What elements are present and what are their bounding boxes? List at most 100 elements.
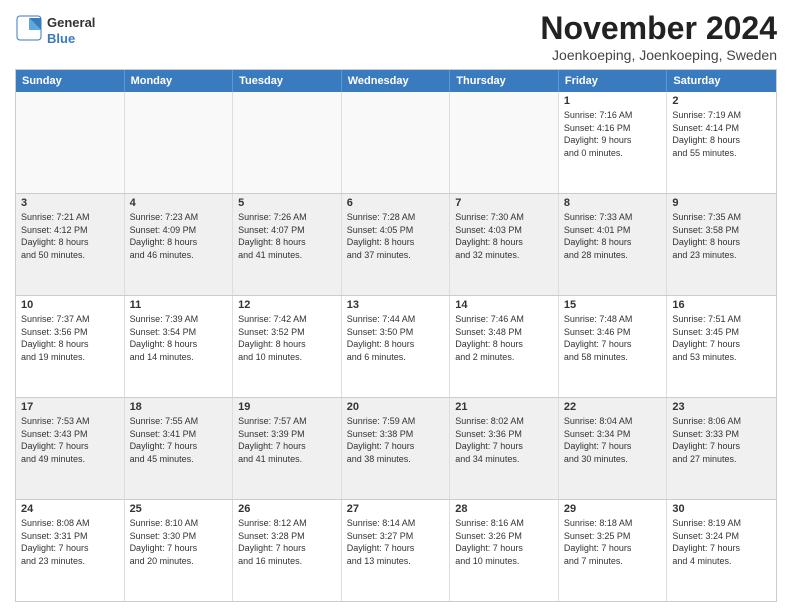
day-info: Sunrise: 7:55 AMSunset: 3:41 PMDaylight:… xyxy=(130,415,228,465)
calendar-cell: 10 Sunrise: 7:37 AMSunset: 3:56 PMDayligh… xyxy=(16,296,125,397)
day-number: 6 xyxy=(347,197,445,209)
calendar-week-4: 17Sunrise: 7:53 AMSunset: 3:43 PMDayligh… xyxy=(16,398,776,500)
day-number: 10 xyxy=(21,299,119,311)
calendar-cell: 13 Sunrise: 7:44 AMSunset: 3:50 PMDayligh… xyxy=(342,296,451,397)
day-info: Sunrise: 7:28 AMSunset: 4:05 PMDaylight:… xyxy=(347,211,445,261)
page: General Blue November 2024 Joenkoeping, … xyxy=(0,0,792,612)
day-info: Sunrise: 7:37 AMSunset: 3:56 PMDaylight:… xyxy=(21,313,119,363)
day-number: 25 xyxy=(130,503,228,515)
calendar-cell: 24Sunrise: 8:08 AMSunset: 3:31 PMDayligh… xyxy=(16,500,125,601)
day-number: 12 xyxy=(238,299,336,311)
day-info: Sunrise: 8:18 AMSunset: 3:25 PMDaylight:… xyxy=(564,517,662,567)
logo-icon xyxy=(15,14,43,47)
logo: General Blue xyxy=(15,14,95,47)
day-number: 9 xyxy=(672,197,771,209)
day-info: Sunrise: 8:10 AMSunset: 3:30 PMDaylight:… xyxy=(130,517,228,567)
calendar-cell: 25 Sunrise: 8:10 AMSunset: 3:30 PMDayligh… xyxy=(125,500,234,601)
calendar-cell: 28 Sunrise: 8:16 AMSunset: 3:26 PMDayligh… xyxy=(450,500,559,601)
calendar-cell: 21 Sunrise: 8:02 AMSunset: 3:36 PMDayligh… xyxy=(450,398,559,499)
calendar-cell xyxy=(16,92,125,193)
calendar-cell xyxy=(125,92,234,193)
day-number: 27 xyxy=(347,503,445,515)
calendar-cell: 6 Sunrise: 7:28 AMSunset: 4:05 PMDaylight… xyxy=(342,194,451,295)
calendar-cell: 29 Sunrise: 8:18 AMSunset: 3:25 PMDayligh… xyxy=(559,500,668,601)
weekday-header-monday: Monday xyxy=(125,70,234,92)
weekday-header-tuesday: Tuesday xyxy=(233,70,342,92)
day-info: Sunrise: 7:33 AMSunset: 4:01 PMDaylight:… xyxy=(564,211,662,261)
day-info: Sunrise: 7:16 AMSunset: 4:16 PMDaylight:… xyxy=(564,109,662,159)
calendar-week-5: 24Sunrise: 8:08 AMSunset: 3:31 PMDayligh… xyxy=(16,500,776,601)
day-info: Sunrise: 7:35 AMSunset: 3:58 PMDaylight:… xyxy=(672,211,771,261)
day-info: Sunrise: 8:19 AMSunset: 3:24 PMDaylight:… xyxy=(672,517,771,567)
day-number: 8 xyxy=(564,197,662,209)
day-number: 11 xyxy=(130,299,228,311)
month-title: November 2024 xyxy=(540,10,777,47)
calendar-cell: 12 Sunrise: 7:42 AMSunset: 3:52 PMDayligh… xyxy=(233,296,342,397)
calendar-cell: 30 Sunrise: 8:19 AMSunset: 3:24 PMDayligh… xyxy=(667,500,776,601)
day-info: Sunrise: 7:53 AMSunset: 3:43 PMDaylight:… xyxy=(21,415,119,465)
calendar-cell: 26Sunrise: 8:12 AMSunset: 3:28 PMDayligh… xyxy=(233,500,342,601)
day-number: 2 xyxy=(672,95,771,107)
day-info: Sunrise: 7:21 AMSunset: 4:12 PMDaylight:… xyxy=(21,211,119,261)
day-info: Sunrise: 7:23 AMSunset: 4:09 PMDaylight:… xyxy=(130,211,228,261)
day-number: 30 xyxy=(672,503,771,515)
day-number: 29 xyxy=(564,503,662,515)
day-info: Sunrise: 8:02 AMSunset: 3:36 PMDaylight:… xyxy=(455,415,553,465)
day-info: Sunrise: 7:26 AMSunset: 4:07 PMDaylight:… xyxy=(238,211,336,261)
calendar-header: SundayMondayTuesdayWednesdayThursdayFrid… xyxy=(16,70,776,92)
day-number: 13 xyxy=(347,299,445,311)
day-number: 19 xyxy=(238,401,336,413)
calendar-cell: 16 Sunrise: 7:51 AMSunset: 3:45 PMDayligh… xyxy=(667,296,776,397)
day-number: 28 xyxy=(455,503,553,515)
day-info: Sunrise: 8:06 AMSunset: 3:33 PMDaylight:… xyxy=(672,415,771,465)
weekday-header-friday: Friday xyxy=(559,70,668,92)
day-info: Sunrise: 7:30 AMSunset: 4:03 PMDaylight:… xyxy=(455,211,553,261)
location-subtitle: Joenkoeping, Joenkoeping, Sweden xyxy=(540,47,777,63)
calendar-cell: 3 Sunrise: 7:21 AMSunset: 4:12 PMDaylight… xyxy=(16,194,125,295)
day-info: Sunrise: 7:19 AMSunset: 4:14 PMDaylight:… xyxy=(672,109,771,159)
day-info: Sunrise: 7:57 AMSunset: 3:39 PMDaylight:… xyxy=(238,415,336,465)
day-number: 16 xyxy=(672,299,771,311)
day-number: 4 xyxy=(130,197,228,209)
calendar-cell: 2 Sunrise: 7:19 AMSunset: 4:14 PMDaylight… xyxy=(667,92,776,193)
day-info: Sunrise: 7:51 AMSunset: 3:45 PMDaylight:… xyxy=(672,313,771,363)
calendar-cell: 14 Sunrise: 7:46 AMSunset: 3:48 PMDayligh… xyxy=(450,296,559,397)
day-number: 26 xyxy=(238,503,336,515)
weekday-header-saturday: Saturday xyxy=(667,70,776,92)
day-number: 3 xyxy=(21,197,119,209)
calendar-cell: 4 Sunrise: 7:23 AMSunset: 4:09 PMDaylight… xyxy=(125,194,234,295)
calendar-cell: 5 Sunrise: 7:26 AMSunset: 4:07 PMDaylight… xyxy=(233,194,342,295)
calendar-week-2: 3 Sunrise: 7:21 AMSunset: 4:12 PMDaylight… xyxy=(16,194,776,296)
calendar-cell: 23 Sunrise: 8:06 AMSunset: 3:33 PMDayligh… xyxy=(667,398,776,499)
day-number: 23 xyxy=(672,401,771,413)
calendar-cell: 8 Sunrise: 7:33 AMSunset: 4:01 PMDaylight… xyxy=(559,194,668,295)
day-info: Sunrise: 7:42 AMSunset: 3:52 PMDaylight:… xyxy=(238,313,336,363)
calendar-week-1: 1Sunrise: 7:16 AMSunset: 4:16 PMDaylight… xyxy=(16,92,776,194)
day-number: 21 xyxy=(455,401,553,413)
calendar-cell: 17Sunrise: 7:53 AMSunset: 3:43 PMDayligh… xyxy=(16,398,125,499)
day-info: Sunrise: 8:16 AMSunset: 3:26 PMDaylight:… xyxy=(455,517,553,567)
day-info: Sunrise: 8:14 AMSunset: 3:27 PMDaylight:… xyxy=(347,517,445,567)
weekday-header-sunday: Sunday xyxy=(16,70,125,92)
calendar-cell: 27 Sunrise: 8:14 AMSunset: 3:27 PMDayligh… xyxy=(342,500,451,601)
day-info: Sunrise: 7:46 AMSunset: 3:48 PMDaylight:… xyxy=(455,313,553,363)
day-number: 5 xyxy=(238,197,336,209)
header: General Blue November 2024 Joenkoeping, … xyxy=(15,10,777,63)
day-number: 24 xyxy=(21,503,119,515)
calendar-week-3: 10 Sunrise: 7:37 AMSunset: 3:56 PMDayligh… xyxy=(16,296,776,398)
calendar-cell: 15Sunrise: 7:48 AMSunset: 3:46 PMDayligh… xyxy=(559,296,668,397)
day-info: Sunrise: 7:59 AMSunset: 3:38 PMDaylight:… xyxy=(347,415,445,465)
day-info: Sunrise: 7:44 AMSunset: 3:50 PMDaylight:… xyxy=(347,313,445,363)
calendar-cell: 9 Sunrise: 7:35 AMSunset: 3:58 PMDaylight… xyxy=(667,194,776,295)
calendar-cell: 11Sunrise: 7:39 AMSunset: 3:54 PMDayligh… xyxy=(125,296,234,397)
calendar-cell: 18Sunrise: 7:55 AMSunset: 3:41 PMDayligh… xyxy=(125,398,234,499)
day-number: 22 xyxy=(564,401,662,413)
calendar-cell: 1Sunrise: 7:16 AMSunset: 4:16 PMDaylight… xyxy=(559,92,668,193)
day-info: Sunrise: 7:48 AMSunset: 3:46 PMDaylight:… xyxy=(564,313,662,363)
title-block: November 2024 Joenkoeping, Joenkoeping, … xyxy=(540,10,777,63)
day-number: 20 xyxy=(347,401,445,413)
weekday-header-wednesday: Wednesday xyxy=(342,70,451,92)
day-number: 14 xyxy=(455,299,553,311)
logo-text: General Blue xyxy=(47,15,95,46)
calendar-cell xyxy=(342,92,451,193)
